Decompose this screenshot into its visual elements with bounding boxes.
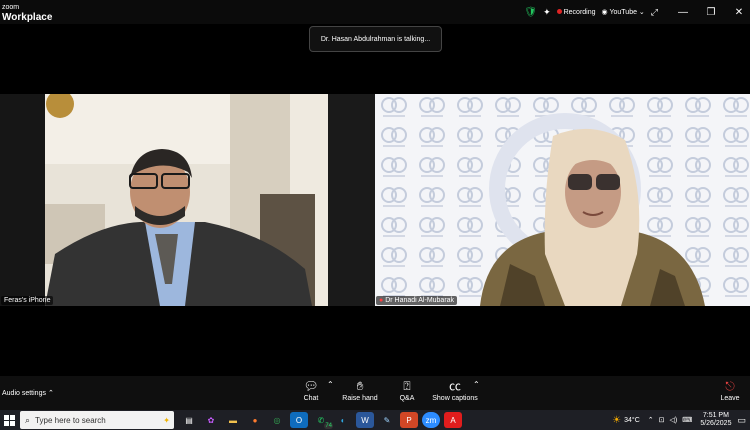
fullscreen-icon[interactable]: ⤢	[651, 7, 658, 18]
zoom-logo: zoom Workplace	[2, 3, 53, 23]
task-view-icon[interactable]: ▤	[180, 412, 198, 428]
outlook-icon[interactable]: O	[290, 412, 308, 428]
participant-video-tile[interactable]: ● Dr Hanadi Al-Mubarak	[375, 94, 750, 306]
audio-settings-label: Audio settings	[2, 390, 46, 397]
chrome-icon[interactable]: ◎	[268, 412, 286, 428]
word-icon[interactable]: W	[356, 412, 374, 428]
brand-line1: zoom	[2, 4, 20, 11]
video-stage: Feras's iPhone ● Dr Hanadi Al-Mubarak	[0, 94, 750, 306]
acrobat-icon[interactable]: A	[444, 412, 462, 428]
captions-options-chevron-icon[interactable]: ⌃	[473, 380, 480, 389]
whatsapp-badge: 74	[324, 423, 333, 429]
talking-text: Dr. Hasan Abdulrahman is talking...	[320, 35, 431, 43]
network-icon[interactable]: ⊡	[659, 416, 665, 424]
copilot-sparkle-icon: ✦	[163, 415, 170, 425]
taskbar-apps: ▤ ✿ ▬ ● ◎ O ✆ 74 ◐ W ✎ P zm A	[178, 412, 464, 429]
clock-date: 5/26/2025	[700, 420, 732, 427]
raise-hand-label: Raise hand	[342, 395, 378, 402]
leave-label: Leave	[720, 395, 740, 402]
title-bar: zoom Workplace 🛡 ✦ Recording ◉ YouTube ⌄…	[0, 0, 750, 24]
keyboard-icon[interactable]: ⌨	[682, 416, 692, 424]
system-tray: ☀ 34°C ⌃ ⊡ ◁) ⌨ 7:51 PM 5/26/2025 ▭	[612, 410, 746, 430]
notification-icon[interactable]: ▭	[737, 415, 746, 426]
windows-logo-icon	[3, 414, 15, 426]
firefox-icon[interactable]: ●	[246, 412, 264, 428]
powerpoint-icon[interactable]: P	[400, 412, 418, 428]
notepad-icon[interactable]: ✎	[378, 412, 396, 428]
recording-indicator[interactable]: Recording	[556, 8, 596, 16]
youtube-indicator[interactable]: ◉ YouTube ⌄	[602, 8, 645, 16]
copilot-icon[interactable]: ✿	[202, 412, 220, 428]
chevron-up-icon[interactable]: ⌃	[648, 416, 654, 424]
chat-label: Chat	[303, 395, 319, 402]
qa-label: Q&A	[399, 395, 415, 402]
whatsapp-icon[interactable]: ✆ 74	[312, 412, 333, 429]
windows-taskbar: ⌕ Type here to search ✦ ▤ ✿ ▬ ● ◎ O ✆ 74 …	[0, 410, 750, 430]
youtube-label: YouTube	[609, 9, 637, 16]
recording-dot-icon	[556, 9, 562, 15]
participant-video-tile[interactable]: Feras's iPhone	[0, 94, 328, 306]
minimize-button[interactable]: —	[672, 7, 694, 18]
volume-icon[interactable]: ◁)	[670, 416, 678, 424]
captions-label: Show captions	[432, 395, 478, 402]
zoom-app-icon[interactable]: zm	[422, 412, 440, 428]
meeting-toolbar: Audio settings ⌃ 💬︎ Chat ⌃ ✋︎ Raise hand…	[0, 376, 750, 410]
active-speaker-notice: Dr. Hasan Abdulrahman is talking...	[309, 26, 442, 52]
recording-label: Recording	[563, 8, 596, 16]
restore-button[interactable]: ❐	[700, 7, 722, 18]
taskbar-search[interactable]: ⌕ Type here to search ✦	[20, 411, 174, 429]
chevron-up-icon[interactable]: ⌃	[48, 390, 54, 397]
clock[interactable]: 7:51 PM 5/26/2025	[700, 412, 731, 428]
brand-line2: Workplace	[2, 12, 53, 23]
participant-video-hanadi	[375, 94, 750, 306]
weather-temp[interactable]: 34°C	[624, 417, 640, 424]
edge-icon[interactable]: ◐	[334, 412, 352, 428]
leave-button[interactable]: ⎋ Leave	[712, 379, 748, 402]
clock-time: 7:51 PM	[702, 412, 729, 419]
weather-icon[interactable]: ☀	[612, 415, 621, 426]
search-placeholder: Type here to search	[35, 415, 106, 425]
sparkle-icon[interactable]: ✦	[543, 7, 551, 18]
leave-icon: ⎋	[725, 379, 735, 393]
close-button[interactable]: ✕	[728, 7, 750, 18]
file-explorer-icon[interactable]: ▬	[224, 412, 242, 428]
search-icon: ⌕	[25, 414, 31, 425]
participant-name: Feras's iPhone	[1, 296, 54, 305]
participant-name: ● Dr Hanadi Al-Mubarak	[376, 296, 458, 305]
security-shield-icon[interactable]: 🛡	[524, 7, 537, 18]
start-button[interactable]	[2, 410, 16, 430]
audio-settings-button[interactable]: Audio settings ⌃	[2, 389, 54, 397]
participant-video-feras	[0, 94, 328, 306]
participant-name-text: Dr Hanadi Al-Mubarak	[385, 297, 455, 304]
